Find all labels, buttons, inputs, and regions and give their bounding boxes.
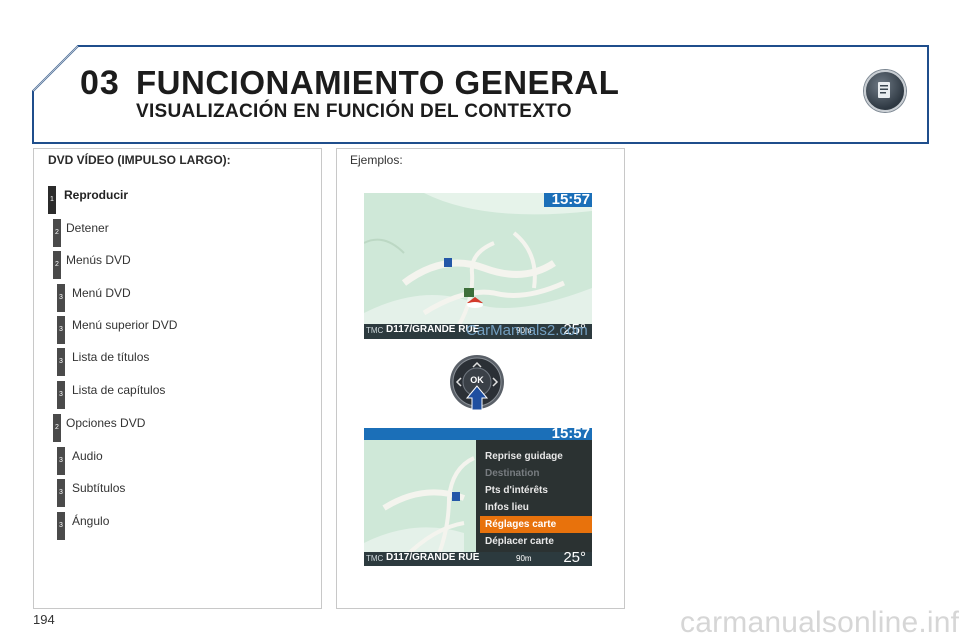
tmc-label: TMC xyxy=(366,326,384,335)
book-icon[interactable] xyxy=(864,70,906,112)
menu-item-label: Opciones DVD xyxy=(66,416,146,430)
chapter-title: FUNCIONAMIENTO GENERAL xyxy=(136,64,620,101)
level-badge: 3 xyxy=(57,381,65,409)
level-badge: 1 xyxy=(48,186,56,214)
examples-label: Ejemplos: xyxy=(350,153,403,167)
tmc-label: TMC xyxy=(366,554,384,563)
menu-item-reglages-carte[interactable]: Réglages carte xyxy=(480,516,592,533)
menu-item-label: Menú superior DVD xyxy=(72,318,178,332)
level-badge: 3 xyxy=(57,447,65,475)
ok-label: OK xyxy=(470,375,484,385)
context-menu: Reprise guidage Destination Pts d'intérê… xyxy=(480,448,592,550)
level-badge: 2 xyxy=(53,251,61,279)
map-graphic xyxy=(364,193,592,339)
menu-item-label: Audio xyxy=(72,449,103,463)
menu-item-label: Subtítulos xyxy=(72,481,126,495)
menu-item-label: Lista de capítulos xyxy=(72,383,166,397)
left-panel xyxy=(33,148,322,609)
ok-knob[interactable]: OK xyxy=(449,354,505,411)
level-badge: 3 xyxy=(57,348,65,376)
watermark-overlay: CarManuals2.com xyxy=(466,322,588,339)
distance-readout: 90m xyxy=(516,554,532,563)
menu-item-label: Ángulo xyxy=(72,514,110,528)
menu-item-label: Menús DVD xyxy=(66,253,131,267)
level-badge: 2 xyxy=(53,414,61,442)
menu-item-deplacer-carte[interactable]: Déplacer carte xyxy=(480,533,592,550)
chapter-number: 03 xyxy=(80,64,120,102)
level-badge: 3 xyxy=(57,316,65,344)
chapter-subtitle: VISUALIZACIÓN EN FUNCIÓN DEL CONTEXTO xyxy=(136,101,572,122)
nav-screen-context-menu: 15:57 Reprise guidage Destination Pts d'… xyxy=(364,428,592,566)
section-title: DVD VÍDEO (IMPULSO LARGO): xyxy=(48,153,231,167)
level-badge: 3 xyxy=(57,284,65,312)
menu-item-label: Detener xyxy=(66,221,109,235)
level-badge: 3 xyxy=(57,512,65,540)
menu-item-pts-interets[interactable]: Pts d'intérêts xyxy=(480,482,592,499)
menu-item-label: Lista de títulos xyxy=(72,350,150,364)
level-badge: 3 xyxy=(57,479,65,507)
menu-item-label: Menú DVD xyxy=(72,286,131,300)
level-badge: 2 xyxy=(53,219,61,247)
temperature-readout: 25° xyxy=(563,549,586,566)
clock-readout: 15:57 xyxy=(551,193,590,208)
nav-screen-map: 15:57 TMC D117/GRANDE RUE 90m 25° xyxy=(364,193,592,339)
menu-item-reprise-guidage[interactable]: Reprise guidage xyxy=(480,448,592,465)
footer-watermark: carmanualsonline.info xyxy=(680,606,960,639)
menu-item-label: Reproducir xyxy=(64,188,129,202)
clock-readout: 15:57 xyxy=(551,428,590,442)
street-name: D117/GRANDE RUE xyxy=(386,552,480,563)
menu-item-infos-lieu[interactable]: Infos lieu xyxy=(480,499,592,516)
page-number: 194 xyxy=(33,612,55,627)
menu-item-destination[interactable]: Destination xyxy=(480,465,592,482)
